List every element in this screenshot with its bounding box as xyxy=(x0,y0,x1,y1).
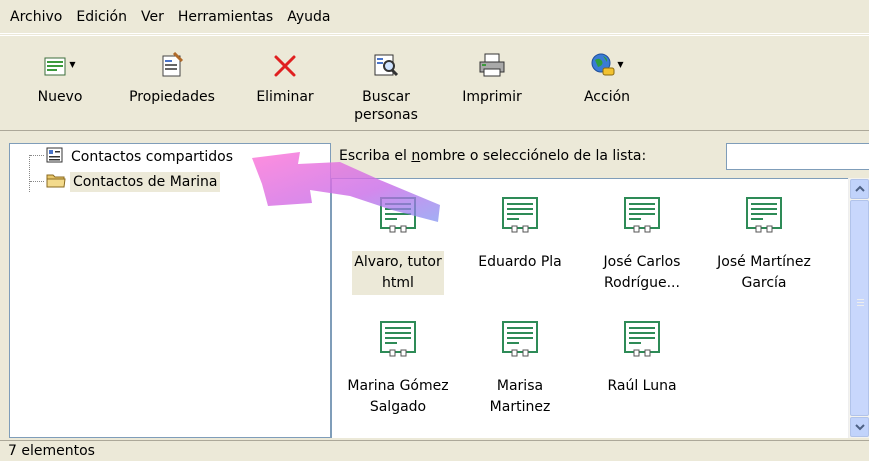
new-label: Nuevo xyxy=(37,89,83,105)
menu-archivo[interactable]: Archivo xyxy=(4,7,68,27)
new-button[interactable]: ▼ Nuevo xyxy=(30,46,90,106)
print-label: Imprimir xyxy=(462,89,522,105)
print-button[interactable]: Imprimir xyxy=(452,46,532,106)
contact-item[interactable]: Eduardo Pla xyxy=(459,197,581,274)
tree-item-label: Contactos de Marina xyxy=(70,172,221,192)
contact-card-icon xyxy=(744,197,784,237)
contact-item[interactable]: José Carlos Rodrígue... xyxy=(581,197,703,295)
contact-item[interactable]: Marina Gómez Salgado xyxy=(337,321,459,419)
menu-ayuda[interactable]: Ayuda xyxy=(281,7,336,27)
search-prompt-text: Escriba el xyxy=(339,148,412,164)
new-contact-icon xyxy=(44,56,68,82)
toolbar: ▼ Nuevo Propiedades Eliminar Buscar pers… xyxy=(0,35,869,131)
vertical-scrollbar[interactable] xyxy=(848,178,869,438)
contact-name: José Martínez García xyxy=(717,254,811,291)
menu-bar: Archivo Edición Ver Herramientas Ayuda xyxy=(0,0,869,34)
printer-icon xyxy=(477,52,507,82)
properties-label: Propiedades xyxy=(129,89,215,105)
find-people-button[interactable]: Buscar personas xyxy=(346,46,426,124)
chevron-down-icon xyxy=(854,419,865,435)
contact-card-icon xyxy=(500,197,540,237)
scroll-grip xyxy=(857,299,864,300)
folder-tree: Contactos compartidos Contactos de Marin… xyxy=(9,143,331,438)
contact-name: Eduardo Pla xyxy=(478,254,562,270)
contact-item[interactable]: Marisa Martinez xyxy=(459,321,581,419)
contact-card-icon xyxy=(378,321,418,361)
contact-item[interactable]: Alvaro, tutor html xyxy=(337,197,459,295)
scroll-thumb[interactable] xyxy=(850,200,869,416)
contact-name: Alvaro, tutor html xyxy=(352,251,444,295)
action-label: Acción xyxy=(583,89,631,105)
contact-item[interactable]: Raúl Luna xyxy=(581,321,703,398)
chevron-down-icon[interactable]: ▼ xyxy=(69,60,75,69)
menu-ver[interactable]: Ver xyxy=(135,7,170,27)
tree-connector xyxy=(29,155,30,192)
contact-item[interactable]: José Martínez García xyxy=(703,197,825,295)
status-bar: 7 elementos xyxy=(0,440,869,461)
delete-x-icon xyxy=(272,54,298,82)
chevron-up-icon xyxy=(854,181,865,197)
globe-phone-icon xyxy=(590,52,616,82)
scroll-up-button[interactable] xyxy=(850,179,869,199)
address-book-icon xyxy=(46,147,64,167)
search-prompt: Escriba el nombre o selecciónelo de la l… xyxy=(339,146,646,166)
status-text: 7 elementos xyxy=(8,443,95,459)
menu-herramientas[interactable]: Herramientas xyxy=(172,7,279,27)
scroll-down-button[interactable] xyxy=(850,417,869,437)
scroll-grip xyxy=(857,302,864,303)
contact-name: Marisa Martinez xyxy=(489,378,551,415)
find-people-label-1: Buscar xyxy=(362,89,410,105)
menu-edicion[interactable]: Edición xyxy=(70,7,133,27)
delete-button[interactable]: Eliminar xyxy=(250,46,320,106)
tree-item-label: Contactos compartidos xyxy=(71,149,234,165)
tree-connector xyxy=(30,181,44,182)
contact-name: Raúl Luna xyxy=(607,378,677,394)
folder-icon xyxy=(46,172,66,192)
contact-card-icon xyxy=(500,321,540,361)
tree-item-marina-contacts[interactable]: Contactos de Marina xyxy=(46,171,221,193)
find-people-icon xyxy=(373,52,399,82)
search-prompt-text: ombre o selecciónelo de la lista: xyxy=(420,148,647,164)
delete-label: Eliminar xyxy=(256,89,314,105)
scroll-grip xyxy=(857,305,864,306)
search-prompt-accelerator: n xyxy=(411,148,421,164)
contact-name: José Carlos Rodrígue... xyxy=(603,254,681,291)
tree-item-shared-contacts[interactable]: Contactos compartidos xyxy=(46,146,236,168)
contact-name: Marina Gómez Salgado xyxy=(347,378,449,415)
contact-card-icon xyxy=(378,197,418,237)
contact-card-icon xyxy=(622,197,662,237)
properties-button[interactable]: Propiedades xyxy=(122,46,222,106)
find-people-label-2: personas xyxy=(354,107,418,123)
search-input[interactable] xyxy=(726,143,869,170)
contact-card-icon xyxy=(622,321,662,361)
chevron-down-icon[interactable]: ▼ xyxy=(617,60,623,69)
contacts-list: Alvaro, tutor html Eduardo Pla José Carlo… xyxy=(331,178,869,438)
properties-icon xyxy=(160,51,184,82)
tree-connector xyxy=(30,155,44,156)
action-button[interactable]: ▼ Acción xyxy=(572,46,642,106)
